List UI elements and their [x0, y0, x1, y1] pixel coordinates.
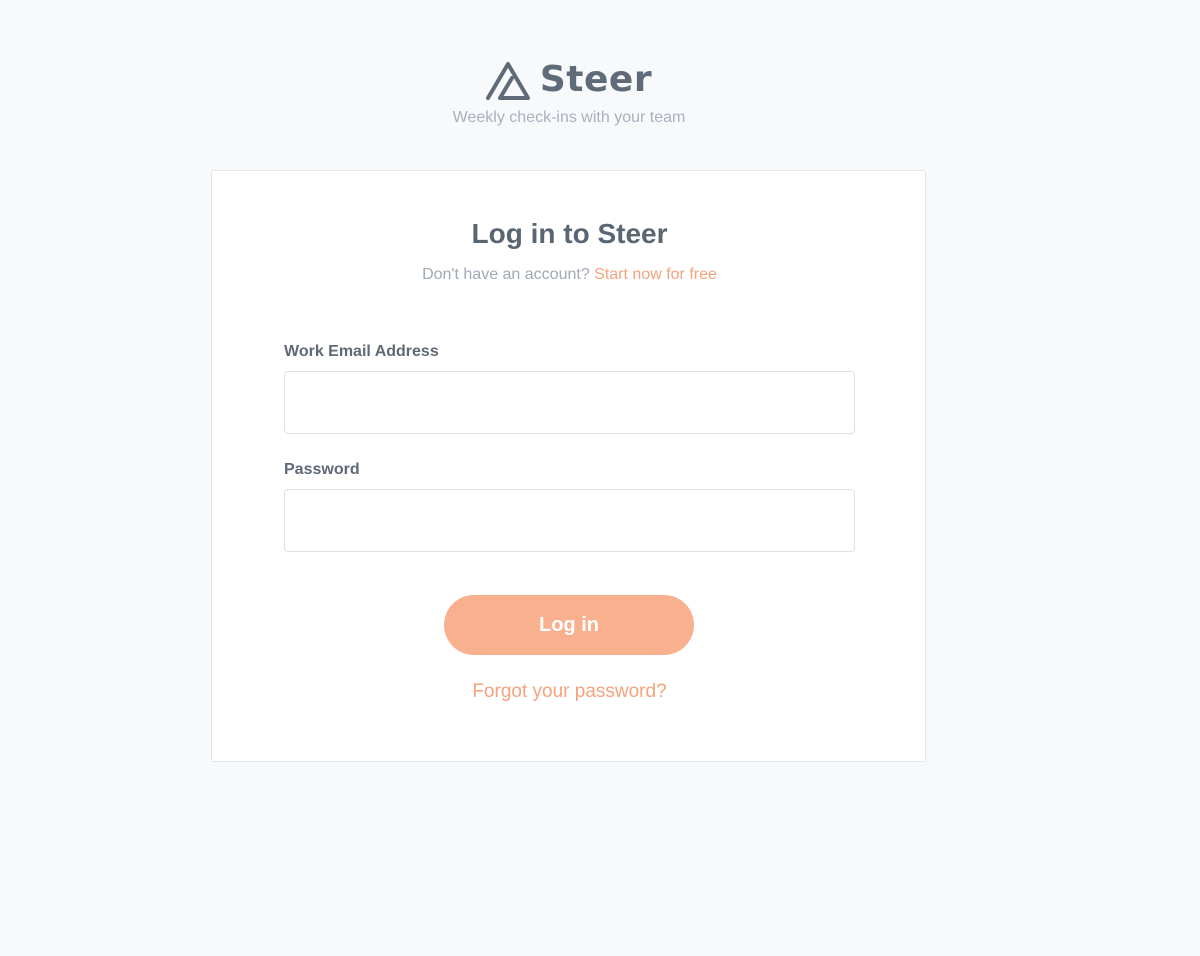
login-card: Log in to Steer Don't have an account? S… [211, 170, 926, 762]
forgot-password-link[interactable]: Forgot your password? [212, 681, 927, 703]
signup-link[interactable]: Start now for free [594, 266, 717, 283]
signup-prompt-text: Don't have an account? [422, 266, 590, 283]
password-label: Password [284, 461, 360, 478]
page-title: Log in to Steer [471, 218, 668, 249]
steer-logo-icon [485, 62, 530, 100]
brand-tagline: Weekly check-ins with your team [452, 109, 686, 126]
password-field[interactable] [284, 489, 855, 552]
brand-header: Steer [0, 58, 1138, 102]
signup-prompt-line: Don't have an account? Start now for fre… [212, 266, 927, 284]
email-field[interactable] [284, 371, 855, 434]
email-label: Work Email Address [284, 343, 439, 360]
brand-name: Steer [539, 59, 653, 100]
login-button[interactable]: Log in [444, 595, 694, 655]
login-page: Steer Weekly check-ins with your team Lo… [0, 0, 1200, 956]
brand-logo[interactable]: Steer [485, 58, 653, 102]
